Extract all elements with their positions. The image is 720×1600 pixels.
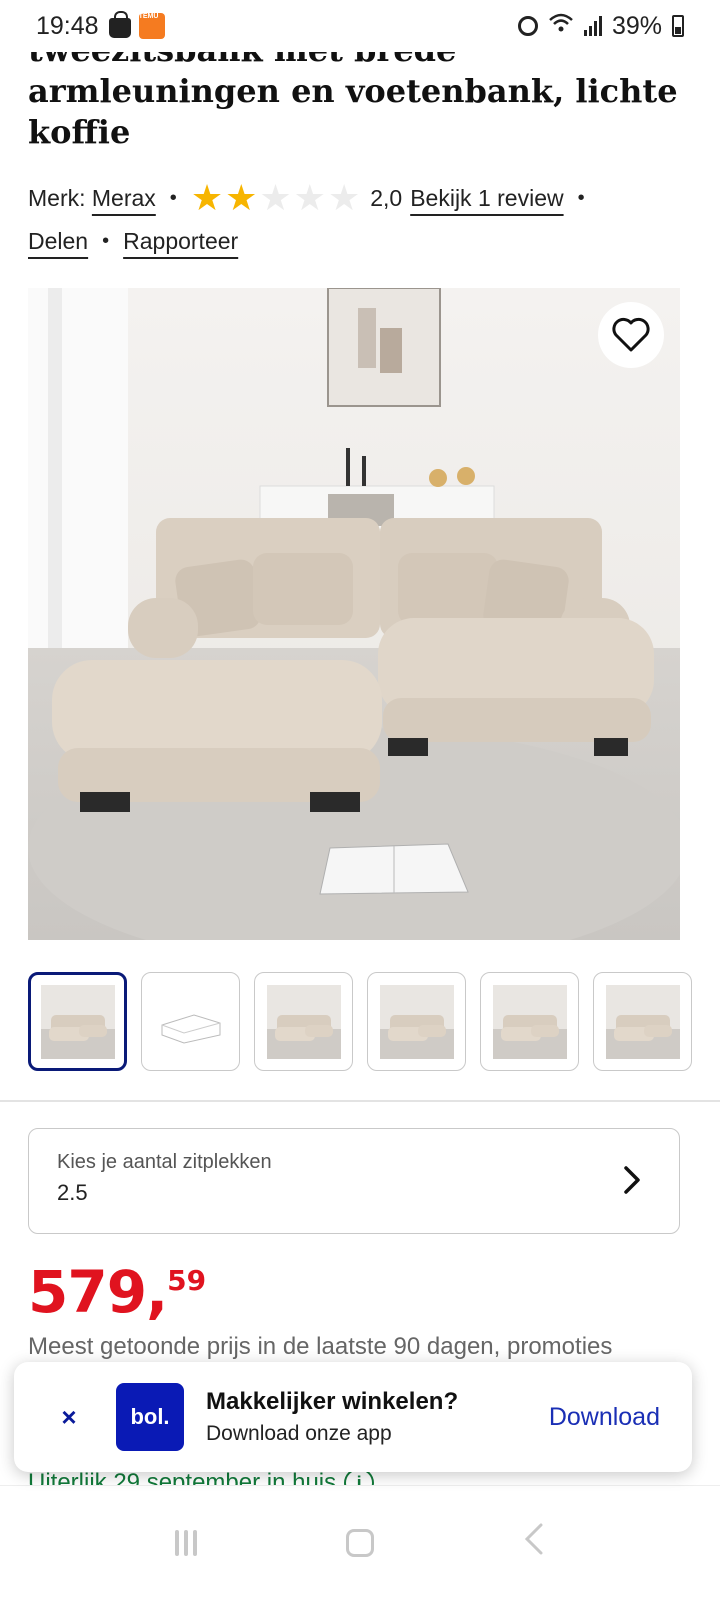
brand-label: Merk: [28, 184, 86, 211]
sofa-photo [28, 288, 680, 940]
selector-label: Kies je aantal zitplekken [57, 1151, 272, 1173]
thumbnail-image [492, 984, 567, 1059]
download-button[interactable]: Download [549, 1403, 660, 1432]
separator-dot: • [577, 186, 585, 209]
bol-logo: bol. [116, 1383, 184, 1451]
battery-percent: 39% [611, 11, 662, 40]
thumbnail-4[interactable] [367, 972, 466, 1071]
thumbnail-3[interactable] [254, 972, 353, 1071]
star-empty-icon: ★ [327, 177, 361, 218]
system-nav-bar [0, 1485, 720, 1600]
status-time: 19:48 [36, 11, 99, 40]
status-right: 39% [517, 11, 684, 41]
recent-apps-icon[interactable] [174, 1530, 197, 1556]
favorite-button[interactable] [598, 302, 664, 368]
star-filled-icon: ★ [225, 177, 258, 218]
banner-title: Makkelijker winkelen? [206, 1388, 459, 1415]
battery-icon [672, 15, 684, 37]
thumbnail-5[interactable] [480, 972, 579, 1071]
product-main-image[interactable] [28, 288, 680, 940]
close-icon[interactable]: × [50, 1402, 88, 1433]
seat-count-selector[interactable]: Kies je aantal zitplekken 2.5 [28, 1128, 680, 1234]
review-link[interactable]: Bekijk 1 review [410, 185, 563, 212]
price-main: 579, [28, 1258, 168, 1326]
divider [0, 1100, 720, 1102]
thumbnail-1[interactable] [28, 972, 127, 1071]
rating-stars: ★ ★ ★ ★ ★ [191, 180, 360, 216]
signal-icon [583, 16, 602, 36]
back-icon[interactable] [523, 1521, 545, 1566]
price-note: Meest getoonde prijs in de laatste 90 da… [28, 1333, 613, 1360]
thumbnail-image [605, 984, 680, 1059]
report-link[interactable]: Rapporteer [123, 228, 238, 255]
thumbnail-image [379, 984, 454, 1059]
price-cents: 59 [167, 1264, 207, 1297]
share-link[interactable]: Delen [28, 228, 88, 255]
product-actions: Delen • Rapporteer [28, 228, 238, 255]
rating-value: 2,0 [370, 184, 403, 211]
thumbnail-image [40, 984, 115, 1059]
app-download-banner: × bol. Makkelijker winkelen? Download on… [14, 1362, 692, 1472]
banner-texts: Makkelijker winkelen? Download onze app [206, 1388, 458, 1446]
heart-icon [612, 317, 650, 352]
status-bar: 19:48 TEMU 39% [0, 0, 720, 52]
separator-dot: • [169, 186, 177, 209]
thumbnail-6[interactable] [593, 972, 692, 1071]
brand-link[interactable]: Merax [92, 185, 156, 212]
wifi-icon [548, 12, 574, 40]
thumbnail-2[interactable] [141, 972, 240, 1071]
temu-app-icon: TEMU [138, 13, 165, 39]
star-empty-icon: ★ [293, 177, 326, 218]
chevron-right-icon [623, 1165, 641, 1200]
star-filled-icon: ★ [190, 177, 224, 218]
thumbnail-image [266, 984, 341, 1059]
separator-dot: • [102, 230, 110, 252]
product-meta: Merk: Merax • ★ ★ ★ ★ ★ 2,0 Bekijk 1 review … [28, 180, 708, 216]
shopping-bag-icon [108, 11, 131, 38]
thumbnail-strip [28, 972, 692, 1071]
thumbnail-image [153, 984, 228, 1059]
selector-value: 2.5 [57, 1180, 88, 1205]
home-icon[interactable] [345, 1529, 374, 1557]
banner-subtitle: Download onze app [206, 1422, 392, 1445]
star-empty-icon: ★ [259, 177, 292, 218]
alarm-icon [517, 16, 538, 36]
product-price: 579, 59 [28, 1258, 206, 1326]
